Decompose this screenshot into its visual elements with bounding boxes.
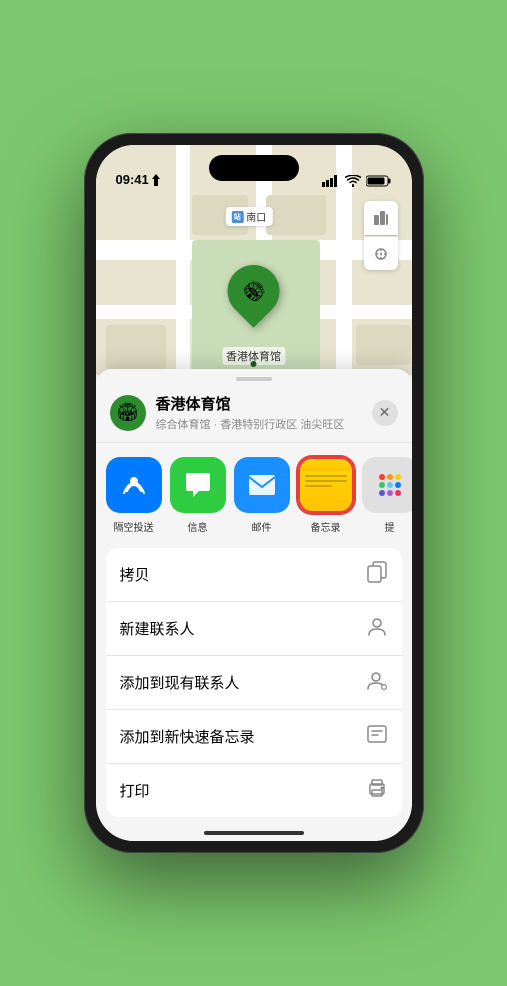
pin-dot [251, 361, 257, 367]
action-list: 拷贝 新建联系人 [106, 548, 402, 817]
station-name: 南口 [246, 209, 266, 224]
share-row: 隔空投送 信息 [96, 443, 412, 544]
dynamic-island [209, 155, 299, 181]
location-pin: 🏟 香港体育馆 [222, 265, 285, 365]
compass-icon [373, 246, 389, 262]
pin-icon: 🏟 [217, 254, 291, 328]
action-copy[interactable]: 拷贝 [106, 548, 402, 602]
map-type-icon [373, 210, 389, 226]
map-type-button[interactable] [364, 201, 398, 235]
action-new-contact[interactable]: 新建联系人 [106, 602, 402, 656]
status-time: 09:41 [116, 172, 161, 187]
share-item-messages[interactable]: 信息 [170, 457, 226, 534]
print-icon [366, 777, 388, 804]
time-label: 09:41 [116, 172, 149, 187]
quick-note-label: 添加到新快速备忘录 [120, 726, 255, 747]
notes-icon-wrap [298, 457, 354, 513]
new-contact-label: 新建联系人 [120, 618, 195, 639]
airdrop-icon [106, 457, 162, 513]
share-item-more[interactable]: 提 [362, 457, 412, 534]
print-label: 打印 [120, 780, 150, 801]
action-add-existing[interactable]: 添加到现有联系人 [106, 656, 402, 710]
station-label: 站 南口 [225, 207, 272, 226]
wifi-icon [345, 175, 361, 187]
action-print[interactable]: 打印 [106, 764, 402, 817]
place-icon: 🏟 [110, 395, 146, 431]
mail-icon [234, 457, 290, 513]
mail-label: 邮件 [252, 519, 272, 534]
messages-icon [170, 457, 226, 513]
airdrop-label: 隔空投送 [114, 519, 154, 534]
pin-stadium-icon: 🏟 [238, 275, 269, 306]
battery-icon [366, 175, 392, 187]
bottom-sheet: 🏟 香港体育馆 综合体育馆 · 香港特别行政区 油尖旺区 ✕ [96, 369, 412, 841]
action-quick-note[interactable]: 添加到新快速备忘录 [106, 710, 402, 764]
location-icon [151, 174, 161, 186]
add-existing-icon [366, 669, 388, 696]
share-item-notes[interactable]: 备忘录 [298, 457, 354, 534]
home-indicator [204, 831, 304, 835]
share-item-mail[interactable]: 邮件 [234, 457, 290, 534]
messages-label: 信息 [188, 519, 208, 534]
map-button-group [364, 201, 398, 270]
add-existing-label: 添加到现有联系人 [120, 672, 240, 693]
phone-screen: 09:41 [96, 145, 412, 841]
status-icons [322, 175, 392, 187]
more-icon [362, 457, 412, 513]
share-item-airdrop[interactable]: 隔空投送 [106, 457, 162, 534]
place-info: 香港体育馆 综合体育馆 · 香港特别行政区 油尖旺区 [156, 393, 362, 432]
signal-icon [322, 175, 340, 187]
copy-label: 拷贝 [120, 564, 150, 585]
place-name: 香港体育馆 [156, 393, 362, 414]
close-button[interactable]: ✕ [372, 400, 398, 426]
new-contact-icon [366, 615, 388, 642]
phone-frame: 09:41 [84, 133, 424, 853]
more-label: 提 [385, 519, 395, 534]
place-subtitle: 综合体育馆 · 香港特别行政区 油尖旺区 [156, 416, 362, 432]
quick-note-icon [366, 723, 388, 750]
location-button[interactable] [364, 236, 398, 270]
sheet-handle [236, 377, 272, 381]
notes-label: 备忘录 [311, 519, 341, 534]
sheet-header: 🏟 香港体育馆 综合体育馆 · 香港特别行政区 油尖旺区 ✕ [96, 385, 412, 443]
copy-icon [366, 561, 388, 588]
